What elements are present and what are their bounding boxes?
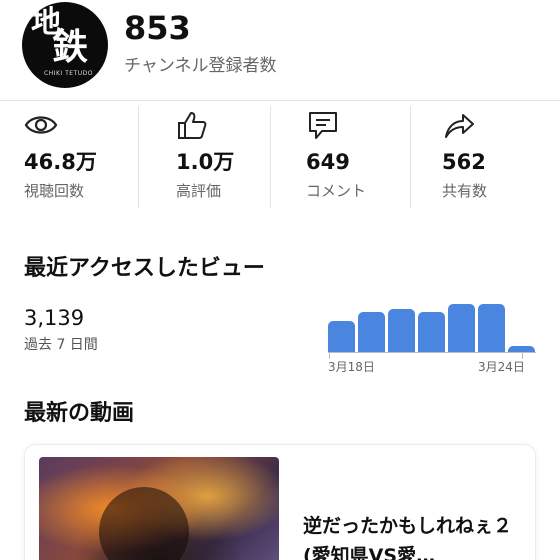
stat-shares-label: 共有数 — [442, 182, 488, 200]
thumbs-up-icon — [178, 112, 207, 139]
stat-likes-label: 高評価 — [176, 182, 222, 200]
stat-shares-value: 562 — [442, 150, 486, 174]
latest-video-card[interactable]: 逆だったかもしれねぇ２ (愛知県VS愛… — [24, 444, 536, 560]
stat-views-label: 視聴回数 — [24, 182, 85, 200]
stat-likes-value: 1.0万 — [176, 150, 235, 174]
channel-header: 地 鉄 CHIKI TETUDO 853 チャンネル登録者数 — [22, 2, 542, 88]
chart-bar[interactable] — [388, 309, 415, 352]
header-divider — [0, 100, 560, 101]
subscriber-label: チャンネル登録者数 — [124, 56, 277, 76]
recent-views-title: 最近アクセスしたビュー — [24, 256, 265, 281]
chart-baseline — [328, 352, 536, 353]
stat-views[interactable]: 46.8万 視聴回数 — [24, 106, 164, 208]
channel-avatar[interactable]: 地 鉄 CHIKI TETUDO — [22, 2, 108, 88]
stat-separator — [410, 106, 411, 208]
chart-bar[interactable] — [418, 312, 445, 352]
stat-separator — [270, 106, 271, 208]
stat-shares[interactable]: 562 共有数 — [442, 106, 560, 208]
stat-comments-label: コメント — [306, 182, 367, 200]
avatar-logo-subtext: CHIKI TETUDO — [44, 70, 93, 77]
chart-bar[interactable] — [478, 304, 505, 352]
recent-views-period: 過去 7 日間 — [24, 337, 98, 353]
recent-views-chart[interactable]: 3月18日 3月24日 — [328, 296, 536, 376]
chart-bar[interactable] — [358, 312, 385, 352]
avatar-logo-text-2: 鉄 — [52, 27, 89, 68]
chart-x-label: 3月18日 — [328, 360, 375, 374]
share-icon — [445, 114, 474, 138]
chart-x-label: 3月24日 — [478, 360, 525, 374]
chart-bar[interactable] — [328, 321, 355, 352]
video-title[interactable]: 逆だったかもしれねぇ２ (愛知県VS愛… — [303, 511, 523, 560]
latest-video-section-title: 最新の動画 — [24, 401, 135, 426]
comment-icon — [309, 112, 337, 139]
video-thumbnail[interactable] — [39, 457, 279, 560]
stats-row: 46.8万 視聴回数 1.0万 高評価 649 コメント 562 共有数 — [0, 106, 560, 208]
stat-comments-value: 649 — [306, 150, 350, 174]
chart-bar[interactable] — [448, 304, 475, 352]
chart-bar[interactable] — [508, 346, 535, 352]
thumbnail-figure — [99, 487, 189, 560]
stat-comments[interactable]: 649 コメント — [306, 106, 436, 208]
stat-likes[interactable]: 1.0万 高評価 — [176, 106, 306, 208]
stat-views-value: 46.8万 — [24, 150, 97, 174]
subscriber-count: 853 — [124, 9, 191, 47]
eye-icon — [24, 116, 58, 134]
recent-views-value: 3,139 — [24, 306, 85, 330]
stat-separator — [138, 106, 139, 208]
